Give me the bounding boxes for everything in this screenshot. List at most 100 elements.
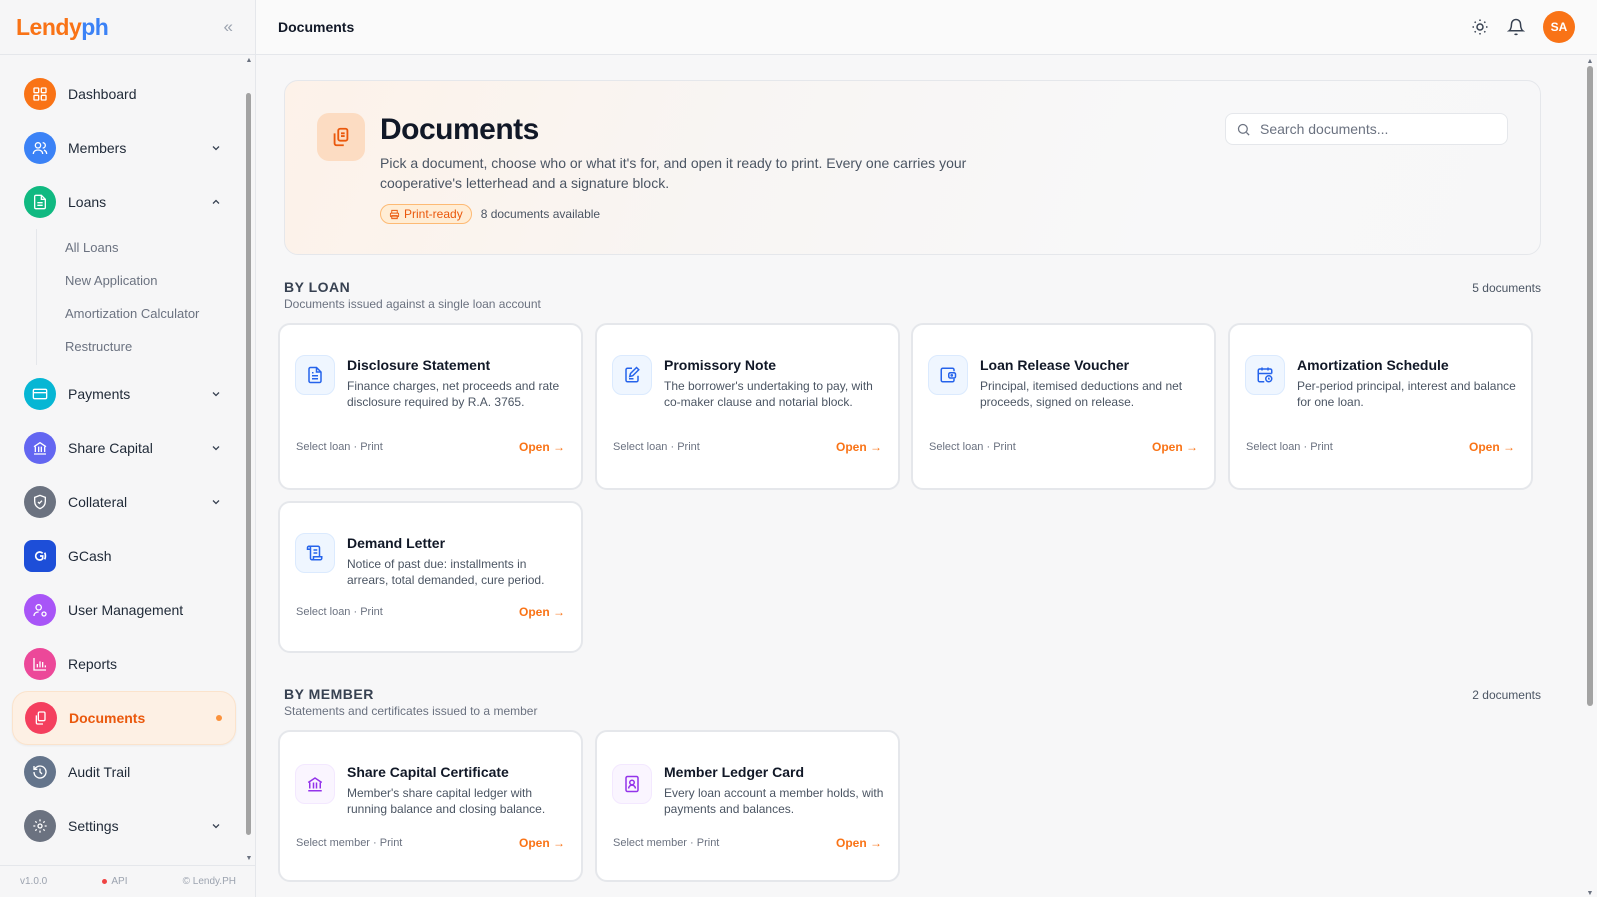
scroll-icon	[295, 533, 335, 573]
section-subtitle: Documents issued against a single loan a…	[284, 297, 541, 311]
printer-icon	[389, 209, 400, 219]
logo-text-lendy: Lendy	[16, 13, 82, 40]
main-content: Documents Pick a document, choose who or…	[256, 55, 1584, 897]
sidebar-item-members[interactable]: Members	[12, 121, 236, 175]
open-link[interactable]: Open →	[519, 440, 565, 454]
collapse-sidebar-icon[interactable]: «	[224, 17, 233, 37]
card-title: Share Capital Certificate	[347, 764, 509, 780]
subnav-amortization-calculator[interactable]: Amortization Calculator	[37, 297, 236, 330]
gear-icon	[24, 810, 56, 842]
sidebar-item-label: Collateral	[68, 494, 128, 510]
topbar: Documents SA	[256, 0, 1597, 55]
sidebar-item-dashboard[interactable]: Dashboard	[12, 67, 236, 121]
document-card-demand-letter[interactable]: Demand Letter Notice of past due: instal…	[278, 501, 583, 653]
document-card-loan-release-voucher[interactable]: Loan Release Voucher Principal, itemised…	[911, 323, 1216, 490]
app-logo[interactable]: Lendyph	[16, 13, 109, 41]
open-link[interactable]: Open →	[1469, 440, 1515, 454]
loans-submenu: All Loans New Application Amortization C…	[36, 229, 236, 365]
section-by-loan-header: BY LOAN Documents issued against a singl…	[284, 279, 1541, 311]
card-description: Every loan account a member holds, with …	[664, 786, 884, 816]
card-meta: Select member · Print	[296, 837, 403, 849]
section-by-member-header: BY MEMBER Statements and certificates is…	[284, 686, 1541, 718]
scrollbar-thumb[interactable]	[1587, 66, 1593, 706]
sidebar-item-label: Share Capital	[68, 440, 153, 456]
subnav-restructure[interactable]: Restructure	[37, 330, 236, 363]
api-label: API	[111, 876, 128, 887]
search-box[interactable]	[1225, 113, 1508, 145]
chevron-down-icon	[212, 500, 220, 505]
open-link[interactable]: Open →	[519, 605, 565, 619]
wallet-icon	[928, 355, 968, 395]
avatar[interactable]: SA	[1543, 11, 1575, 43]
card-footer: Select loan · Print Open →	[296, 605, 565, 619]
sidebar-item-settings[interactable]: Settings	[12, 799, 236, 853]
calendar-clock-icon	[1245, 355, 1285, 395]
bank-icon	[295, 764, 335, 804]
sidebar-item-share-capital[interactable]: Share Capital	[12, 421, 236, 475]
document-card-promissory-note[interactable]: Promissory Note The borrower's undertaki…	[595, 323, 900, 490]
topbar-actions: SA	[1471, 11, 1575, 43]
main-scrollbar[interactable]: ▲ ▼	[1584, 58, 1597, 897]
card-footer: Select loan · Print Open →	[929, 440, 1198, 454]
card-description: Per-period principal, interest and balan…	[1297, 379, 1516, 409]
card-meta: Select loan · Print	[296, 441, 383, 453]
hero-description: Pick a document, choose who or what it's…	[380, 155, 967, 191]
sidebar-item-payments[interactable]: Payments	[12, 367, 236, 421]
documents-hero: Documents Pick a document, choose who or…	[284, 80, 1541, 255]
card-title: Promissory Note	[664, 357, 777, 373]
sidebar-scrollbar[interactable]: ▲ ▼	[245, 55, 253, 865]
card-title: Demand Letter	[347, 535, 446, 551]
document-card-amortization-schedule[interactable]: Amortization Schedule Per-period princip…	[1228, 323, 1533, 490]
sidebar-item-gcash[interactable]: GCash	[12, 529, 236, 583]
document-card-member-ledger-card[interactable]: Member Ledger Card Every loan account a …	[595, 730, 900, 882]
shield-icon	[24, 486, 56, 518]
sun-icon[interactable]	[1471, 18, 1489, 36]
card-meta: Select loan · Print	[613, 441, 700, 453]
sidebar-item-user-management[interactable]: User Management	[12, 583, 236, 637]
section-title: BY MEMBER	[284, 686, 374, 702]
sidebar-item-audit-trail[interactable]: Audit Trail	[12, 745, 236, 799]
api-status-dot	[102, 879, 108, 884]
document-card-disclosure-statement[interactable]: Disclosure Statement Finance charges, ne…	[278, 323, 583, 490]
scrollbar-thumb[interactable]	[246, 93, 251, 835]
card-description: Notice of past due: installments in arre…	[347, 557, 545, 587]
scroll-down-icon[interactable]: ▼	[245, 855, 253, 863]
search-input[interactable]	[1260, 121, 1490, 137]
sidebar-item-loans[interactable]: Loans	[12, 175, 236, 229]
sidebar: Lendyph « Dashboard Members Loans All Lo…	[0, 0, 256, 897]
api-status: API	[102, 876, 128, 887]
sidebar-nav: Dashboard Members Loans All Loans New Ap…	[0, 55, 248, 865]
pen-document-icon	[612, 355, 652, 395]
app-version: v1.0.0	[20, 876, 48, 887]
card-title: Disclosure Statement	[347, 357, 491, 373]
page-title: Documents	[278, 19, 355, 35]
brand-bar: Lendyph «	[0, 0, 255, 55]
credit-card-icon	[24, 378, 56, 410]
subnav-all-loans[interactable]: All Loans	[37, 231, 236, 264]
documents-count: 8 documents available	[480, 207, 601, 221]
sidebar-item-label: GCash	[68, 548, 112, 564]
contact-book-icon	[612, 764, 652, 804]
sidebar-item-reports[interactable]: Reports	[12, 637, 236, 691]
sidebar-item-label: Documents	[69, 710, 146, 726]
bell-icon[interactable]	[1507, 18, 1525, 36]
subnav-new-application[interactable]: New Application	[37, 264, 236, 297]
open-link[interactable]: Open →	[836, 440, 882, 454]
bank-icon	[24, 432, 56, 464]
open-link[interactable]: Open →	[1152, 440, 1198, 454]
document-card-share-capital-certificate[interactable]: Share Capital Certificate Member's share…	[278, 730, 583, 882]
card-footer: Select member · Print Open →	[296, 836, 565, 850]
loan-document-icon	[24, 186, 56, 218]
open-link[interactable]: Open →	[836, 836, 882, 850]
open-link[interactable]: Open →	[519, 836, 565, 850]
card-meta: Select member · Print	[613, 837, 720, 849]
scroll-down-icon[interactable]: ▼	[1586, 890, 1594, 897]
documents-icon	[317, 113, 365, 161]
card-description: The borrower's undertaking to pay, with …	[664, 379, 873, 409]
scroll-up-icon[interactable]: ▲	[1586, 58, 1594, 65]
sidebar-item-collateral[interactable]: Collateral	[12, 475, 236, 529]
sidebar-item-documents[interactable]: Documents	[12, 691, 236, 745]
scroll-up-icon[interactable]: ▲	[245, 57, 253, 65]
sidebar-item-label: Audit Trail	[68, 764, 131, 780]
sidebar-item-label: Payments	[68, 386, 131, 402]
